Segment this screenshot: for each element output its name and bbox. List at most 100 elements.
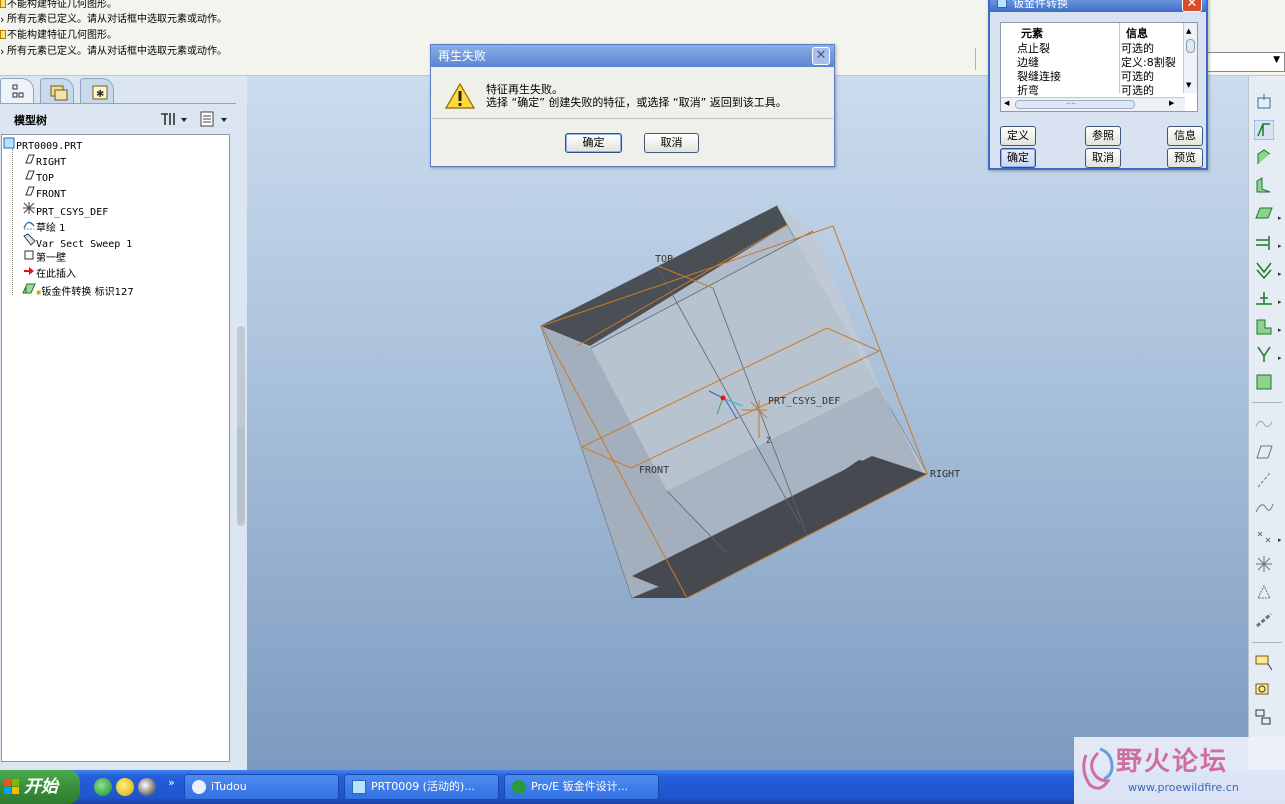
datum-label-right[interactable]: RIGHT [930,469,960,480]
part-icon [997,0,1007,8]
tab-folder-browser[interactable] [40,78,74,104]
column-header-info[interactable]: 信息 [1126,25,1148,41]
column-header-element[interactable]: 元素 [1021,25,1043,41]
scroll-thumb[interactable] [1186,39,1195,53]
analysis-icon[interactable] [1253,582,1275,604]
cancel-button[interactable]: 取消 [1085,148,1121,168]
show-list-icon [200,111,227,127]
expand-arrow-icon[interactable]: ▸ [1278,536,1282,544]
datum-curve-icon[interactable] [1253,498,1275,520]
tree-item-label: RIGHT [36,157,67,168]
csys-icon[interactable] [1253,554,1275,576]
close-icon[interactable]: ✕ [812,47,830,65]
dialog-title[interactable]: 再生失败 [431,45,834,67]
tab-model-tree[interactable] [0,78,34,104]
watermark-text: 野火论坛 [1116,747,1229,777]
datum-point-icon[interactable] [1253,526,1275,548]
group-icon[interactable] [1253,708,1275,730]
bend-icon[interactable] [1253,260,1275,282]
message-text: 不能构建特征几何图形。 [7,30,117,41]
chain-icon[interactable] [1253,610,1275,632]
datum-label-front[interactable]: FRONT [639,465,669,476]
refresh-icon[interactable] [94,778,112,796]
start-label: 开始 [24,777,58,797]
message-line: 不能构建特征几何图形。 [0,0,117,12]
ok-button[interactable]: 确定 [1000,148,1036,168]
tree-item-sweep[interactable]: Var Sect Sweep 1 [22,233,132,250]
rip-icon[interactable] [1253,232,1275,254]
scroll-left-icon[interactable]: ◀ [1004,99,1009,107]
task-prt0009[interactable]: PRT0009 (活动的)... [344,774,499,800]
unbend-icon[interactable] [1253,316,1275,338]
start-button[interactable]: 开始 [0,770,80,804]
expand-arrow-icon[interactable]: ▸ [1278,354,1282,362]
filter-dropdown[interactable]: ▼ [1207,52,1285,72]
task-label: iTudou [211,780,247,793]
info-button[interactable]: 信息 [1167,126,1203,146]
expand-arrow-icon[interactable]: ▸ [1278,242,1282,250]
model-view[interactable]: TOP FRONT RIGHT PRT_CSYS_DEF Z [247,76,1248,770]
toolbar-divider [975,48,976,70]
table-row[interactable]: 折弯 [1017,82,1039,98]
scroll-down-icon[interactable]: ▼ [1186,81,1191,89]
graphics-window[interactable]: TOP FRONT RIGHT PRT_CSYS_DEF Z [247,76,1248,770]
preview-button[interactable]: 预览 [1167,148,1203,168]
tree-item-sketch[interactable]: 草绘 1 [22,217,66,234]
ok-button[interactable]: 确定 [565,133,622,153]
tree-item-right[interactable]: RIGHT [22,153,66,168]
datum-axis-icon[interactable] [1253,470,1275,492]
tree-item-root[interactable]: PRT0009.PRT [2,137,82,152]
copy-icon[interactable] [1253,680,1275,702]
tree-item-label: 在此插入 [36,269,76,280]
dialog-message: 选择 “确定” 创建失败的特征，或选择 “取消” 返回到该工具。 [486,96,787,109]
cancel-button[interactable]: 取消 [644,133,699,153]
bend-back-icon[interactable] [1253,344,1275,366]
dialog-title-text: 钣金件转换 [1013,0,1068,10]
windows-logo-icon [4,779,19,794]
edge-bend-icon[interactable] [1253,288,1275,310]
panel-splitter-handle[interactable] [237,426,245,521]
datum-sketch-icon[interactable] [1253,414,1275,436]
tree-item-front[interactable]: FRONT [22,185,66,200]
extend-wall-icon[interactable] [1253,176,1275,198]
horizontal-scrollbar[interactable]: ◀ .... ▶ [1001,97,1185,111]
close-icon[interactable]: ✕ [1182,0,1202,12]
tree-item-insert-here[interactable]: 在此插入 [22,265,76,280]
expand-arrow-icon[interactable]: ▸ [1278,214,1282,222]
expand-arrow-icon[interactable]: ▸ [1278,326,1282,334]
datum-label-top[interactable]: TOP [655,254,673,265]
tree-item-top[interactable]: TOP [22,169,54,184]
message-text: 所有元素已定义。请从对话框中选取元素或动作。 [7,14,227,25]
flat-wall-icon[interactable] [1253,119,1275,142]
references-button[interactable]: 参照 [1085,126,1121,146]
datum-plane-icon[interactable] [1253,442,1275,464]
define-button[interactable]: 定义 [1000,126,1036,146]
toolbar-separator [1252,642,1282,643]
scroll-up-icon[interactable]: ▲ [1186,27,1191,35]
unattached-wall-icon[interactable] [1253,204,1275,226]
quick-launch-more-icon[interactable]: » [168,776,175,789]
pattern-icon[interactable] [1253,652,1275,674]
prompt-arrow-icon [0,13,6,22]
add-icon[interactable] [116,778,134,796]
show-button[interactable] [198,110,232,128]
convert-icon[interactable] [1253,92,1275,114]
dialog-title[interactable]: 钣金件转换 [990,0,1206,12]
task-proe-sheetmetal[interactable]: Pro/E 钣金件设计... [504,774,659,800]
tab-favorites[interactable]: ✱ [80,78,114,104]
tree-item-sheetmetal-convert[interactable]: ✱钣金件转换 标识127 [22,281,134,298]
tree-item-csys[interactable]: PRT_CSYS_DEF [22,201,108,218]
flange-wall-icon[interactable] [1253,148,1275,170]
csys-label[interactable]: PRT_CSYS_DEF [768,396,840,407]
settings-button[interactable] [158,110,192,128]
chevron-down-icon[interactable]: ▼ [1273,55,1280,65]
flat-pattern-icon[interactable] [1253,372,1275,394]
tree-item-first-wall[interactable]: 第一壁 [22,249,66,264]
expand-arrow-icon[interactable]: ▸ [1278,298,1282,306]
qq-icon[interactable] [138,778,156,796]
scroll-right-icon[interactable]: ▶ [1169,99,1174,107]
vertical-scrollbar[interactable]: ▲ ▼ [1183,23,1197,93]
scroll-thumb[interactable]: .... [1015,97,1135,109]
expand-arrow-icon[interactable]: ▸ [1278,270,1282,278]
task-itudou[interactable]: iTudou [184,774,339,800]
